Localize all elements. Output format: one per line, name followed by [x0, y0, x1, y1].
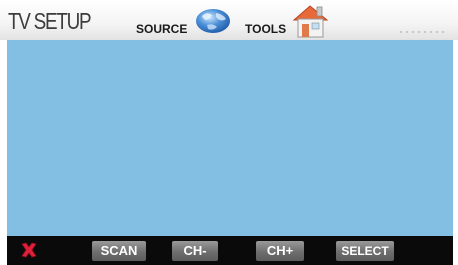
tools-label[interactable]: TOOLS	[245, 23, 286, 35]
tv-setup-screen: TV SETUP SOURCE TOOLS SCAN CH- CH+ SELEC…	[0, 0, 458, 265]
source-label[interactable]: SOURCE	[136, 23, 187, 35]
home-icon[interactable]	[288, 3, 333, 39]
channel-down-button[interactable]: CH-	[172, 241, 218, 261]
globe-icon[interactable]	[193, 5, 233, 35]
main-display-area	[7, 40, 453, 236]
channel-up-button[interactable]: CH+	[256, 241, 304, 261]
header-bar: TV SETUP SOURCE TOOLS	[0, 0, 458, 40]
scan-button[interactable]: SCAN	[92, 241, 146, 261]
select-button[interactable]: SELECT	[336, 241, 394, 261]
page-title: TV SETUP	[8, 8, 92, 34]
close-icon[interactable]	[19, 240, 39, 260]
status-indicator-icon	[400, 31, 444, 33]
